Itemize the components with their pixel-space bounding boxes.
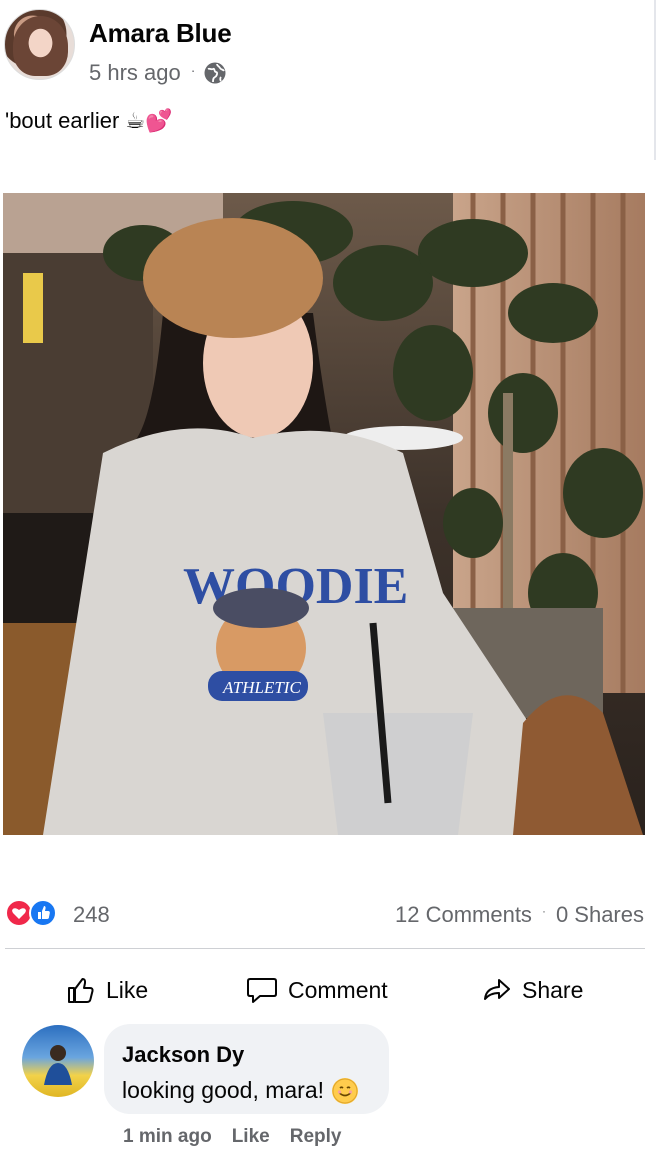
share-label: Share bbox=[522, 976, 584, 1003]
reaction-icons[interactable] bbox=[5, 899, 59, 927]
actions-divider bbox=[5, 948, 645, 949]
comment-label: Comment bbox=[288, 976, 388, 1003]
commenter-name[interactable]: Jackson Dy bbox=[122, 1042, 244, 1068]
caption-text: 'bout earlier bbox=[5, 108, 120, 133]
commenter-avatar[interactable] bbox=[22, 1025, 94, 1097]
meta-separator: · bbox=[190, 62, 196, 78]
patch-text: ATHLETIC bbox=[222, 678, 301, 697]
post-time[interactable]: 5 hrs ago bbox=[89, 60, 181, 86]
comment-button[interactable]: Comment bbox=[246, 970, 388, 1010]
shares-count[interactable]: 0 Shares bbox=[556, 902, 644, 928]
author-name[interactable]: Amara Blue bbox=[89, 18, 232, 49]
comment-text: looking good, mara! bbox=[122, 1077, 359, 1104]
like-label: Like bbox=[106, 976, 149, 1003]
share-button[interactable]: Share bbox=[482, 970, 583, 1010]
thumbs-up-icon bbox=[68, 978, 94, 1003]
comments-count[interactable]: 12 Comments bbox=[395, 902, 532, 928]
author-avatar[interactable] bbox=[4, 9, 75, 80]
share-arrow-icon bbox=[484, 979, 510, 1000]
comment-meta: 1 min ago Like Reply bbox=[123, 1126, 341, 1148]
comment-bubble-icon bbox=[247, 978, 277, 1003]
comment-time[interactable]: 1 min ago bbox=[123, 1126, 212, 1148]
comment-body: looking good, mara! bbox=[122, 1077, 325, 1103]
globe-icon[interactable] bbox=[203, 61, 227, 85]
post-photo[interactable]: WOODIE ATHLETIC bbox=[3, 193, 645, 835]
post-caption: 'bout earlier ☕💕 bbox=[5, 108, 172, 134]
reaction-count[interactable]: 248 bbox=[73, 902, 110, 928]
smiling-face-icon bbox=[332, 1077, 359, 1104]
like-icon bbox=[29, 899, 57, 927]
stats-separator: · bbox=[541, 904, 546, 918]
coffee-heart-emoji: ☕💕 bbox=[125, 108, 173, 134]
post-meta: 5 hrs ago · bbox=[89, 58, 227, 88]
post-stats: 12 Comments · 0 Shares bbox=[395, 902, 644, 928]
like-button[interactable]: Like bbox=[66, 970, 148, 1010]
comment-like-link[interactable]: Like bbox=[232, 1126, 270, 1148]
comment-reply-link[interactable]: Reply bbox=[290, 1126, 342, 1148]
